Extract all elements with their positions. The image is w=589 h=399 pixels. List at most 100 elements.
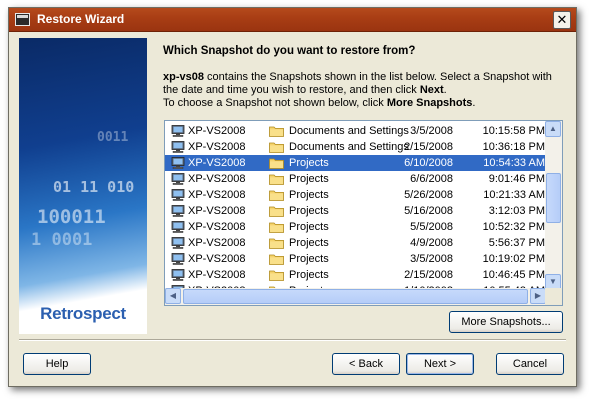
snapshot-row[interactable]: XP-VS2008 Projects 3/5/2008 10:19:02 PM [165, 251, 546, 267]
more-snapshots-button[interactable]: More Snapshots... [449, 311, 563, 333]
instructions-line1: contains the Snapshots shown in the list… [203, 71, 552, 83]
snapshot-date: 6/10/2008 [404, 157, 453, 169]
computer-icon [171, 173, 185, 185]
instructions-line3: To choose a Snapshot not shown below, cl… [163, 97, 387, 109]
next-button[interactable]: Next > [406, 353, 474, 375]
folder-icon [269, 189, 284, 201]
vertical-scroll-thumb[interactable] [546, 173, 561, 223]
back-button[interactable]: < Back [332, 353, 400, 375]
computer-icon [171, 125, 185, 137]
computer-icon [171, 253, 185, 265]
instructions-next-ref: Next [419, 84, 444, 96]
snapshot-computer: XP-VS2008 [188, 157, 246, 169]
snapshot-folder: Projects [289, 157, 329, 169]
folder-icon [269, 173, 284, 185]
close-button[interactable]: ✕ [553, 11, 571, 29]
snapshot-time: 10:36:18 PM [482, 141, 545, 153]
scroll-up-button[interactable]: ▲ [545, 121, 561, 137]
snapshot-folder: Projects [289, 269, 329, 281]
retrospect-logo: Retrospect [40, 304, 126, 323]
snapshot-time: 10:19:02 PM [482, 253, 545, 265]
snapshot-computer: XP-VS2008 [188, 141, 246, 153]
snapshot-date: 3/5/2008 [410, 125, 453, 137]
snapshot-date: 4/9/2008 [410, 237, 453, 249]
snapshot-time: 10:46:45 PM [482, 269, 545, 281]
computer-icon [171, 221, 185, 233]
snapshot-list[interactable]: XP-VS2008 Documents and Settings 3/5/2008 1… [164, 120, 563, 306]
side-digits-4: 1 0001 [31, 230, 93, 250]
snapshot-computer: XP-VS2008 [188, 253, 246, 265]
snapshot-folder: Documents and Settings [289, 141, 409, 153]
snapshot-time: 5:56:37 PM [488, 237, 545, 249]
snapshot-row[interactable]: XP-VS2008 Projects 5/5/2008 10:52:32 PM [165, 219, 546, 235]
folder-icon [269, 125, 284, 137]
snapshot-row[interactable]: XP-VS2008 Projects 6/10/2008 10:54:33 AM [165, 155, 546, 171]
snapshot-time: 10:54:33 AM [483, 157, 545, 169]
snapshot-row[interactable]: XP-VS2008 Projects 6/6/2008 9:01:46 PM [165, 171, 546, 187]
folder-icon [269, 205, 284, 217]
horizontal-scroll-thumb[interactable] [183, 289, 528, 304]
snapshot-computer: XP-VS2008 [188, 221, 246, 233]
instructions-line2: the date and time you wish to restore, a… [163, 84, 420, 96]
snapshot-row[interactable]: XP-VS2008 Projects 2/15/2008 10:46:45 PM [165, 267, 546, 283]
snapshot-row[interactable]: XP-VS2008 Documents and Settings 2/15/2008… [165, 139, 546, 155]
snapshot-date: 2/15/2008 [404, 269, 453, 281]
snapshot-folder: Projects [289, 189, 329, 201]
snapshot-time: 9:01:46 PM [488, 173, 545, 185]
snapshot-time: 10:52:32 PM [482, 221, 545, 233]
close-icon: ✕ [556, 12, 568, 27]
side-digits-3: 100011 [37, 206, 106, 228]
snapshot-date: 5/5/2008 [410, 221, 453, 233]
scroll-corner [545, 288, 562, 305]
instructions: xp-vs08 contains the Snapshots shown in … [163, 71, 568, 110]
window-title: Restore Wizard [37, 12, 125, 26]
snapshot-date: 3/5/2008 [410, 253, 453, 265]
computer-icon [171, 205, 185, 217]
computer-icon [171, 141, 185, 153]
snapshot-folder: Projects [289, 237, 329, 249]
folder-icon [269, 141, 284, 153]
cancel-button[interactable]: Cancel [496, 353, 564, 375]
scroll-right-button[interactable]: ▶ [530, 288, 546, 304]
page-heading: Which Snapshot do you want to restore fr… [163, 45, 416, 57]
snapshot-row[interactable]: XP-VS2008 Projects 4/9/2008 5:56:37 PM [165, 235, 546, 251]
snapshot-folder: Projects [289, 253, 329, 265]
title-bar[interactable]: Restore Wizard ✕ [9, 8, 576, 32]
restore-wizard-window: Restore Wizard ✕ 0011 01 11 010 100011 1… [8, 7, 577, 387]
computer-icon [171, 237, 185, 249]
button-divider [19, 339, 566, 341]
machine-name: xp-vs08 [163, 71, 204, 83]
scroll-left-button[interactable]: ◀ [165, 288, 181, 304]
folder-icon [269, 253, 284, 265]
snapshot-row[interactable]: XP-VS2008 Projects 5/26/2008 10:21:33 AM [165, 187, 546, 203]
snapshot-date: 5/26/2008 [404, 189, 453, 201]
instructions-line2-end: . [443, 84, 447, 96]
window-icon [15, 13, 30, 26]
snapshot-computer: XP-VS2008 [188, 269, 246, 281]
snapshot-row[interactable]: XP-VS2008 Documents and Settings 3/5/2008 1… [165, 123, 546, 139]
wizard-side-image: 0011 01 11 010 100011 1 0001 Retrospect [19, 38, 147, 334]
folder-icon [269, 221, 284, 233]
snapshot-date: 6/6/2008 [410, 173, 453, 185]
help-button[interactable]: Help [23, 353, 91, 375]
folder-icon [269, 269, 284, 281]
horizontal-scrollbar[interactable]: ◀ ▶ [165, 288, 546, 305]
computer-icon [171, 269, 185, 281]
snapshot-rows: XP-VS2008 Documents and Settings 3/5/2008 1… [165, 123, 546, 290]
snapshot-time: 10:21:33 AM [483, 189, 545, 201]
snapshot-computer: XP-VS2008 [188, 205, 246, 217]
snapshot-date: 2/15/2008 [404, 141, 453, 153]
folder-icon [269, 237, 284, 249]
folder-icon [269, 157, 284, 169]
snapshot-folder: Projects [289, 221, 329, 233]
vertical-scrollbar[interactable]: ▲ ▼ [545, 121, 562, 290]
instructions-more-ref: More Snapshots [386, 97, 473, 109]
snapshot-date: 5/16/2008 [404, 205, 453, 217]
snapshot-folder: Documents and Settings [289, 125, 409, 137]
snapshot-folder: Projects [289, 205, 329, 217]
side-digits-1: 0011 [97, 130, 129, 145]
snapshot-computer: XP-VS2008 [188, 125, 246, 137]
snapshot-row[interactable]: XP-VS2008 Projects 5/16/2008 3:12:03 PM [165, 203, 546, 219]
snapshot-folder: Projects [289, 173, 329, 185]
computer-icon [171, 189, 185, 201]
